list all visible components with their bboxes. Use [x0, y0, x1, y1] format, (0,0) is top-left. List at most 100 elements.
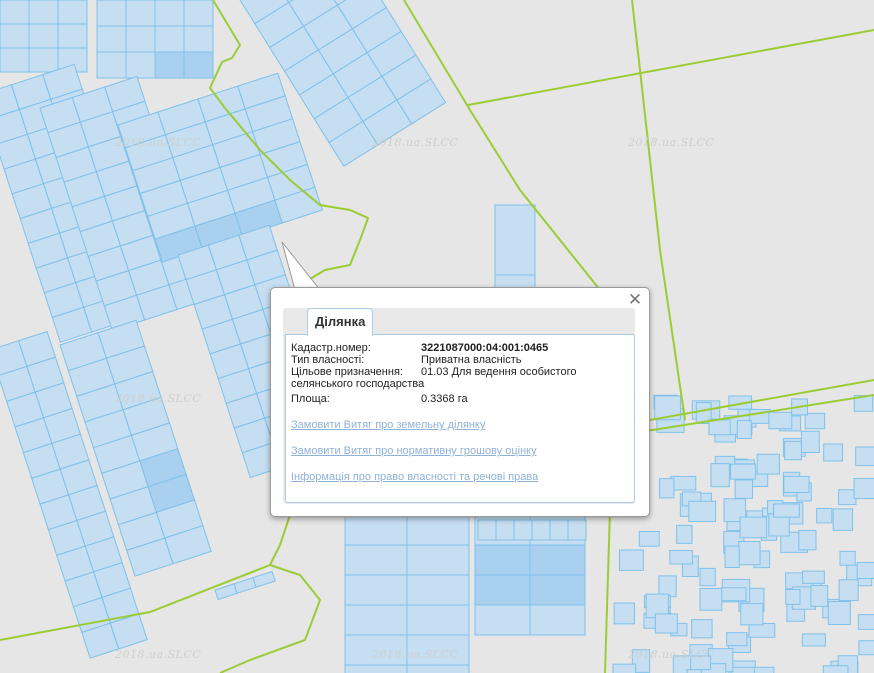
parcel[interactable] [344, 574, 408, 606]
parcel[interactable] [857, 614, 874, 630]
parcel[interactable] [125, 25, 156, 53]
parcel[interactable] [0, 0, 30, 25]
parcel[interactable] [513, 519, 533, 541]
parcel[interactable] [734, 479, 754, 499]
parcel[interactable] [800, 430, 820, 453]
parcel[interactable] [858, 640, 874, 656]
parcel[interactable] [853, 477, 874, 499]
parcel[interactable] [822, 665, 849, 673]
parcel[interactable] [686, 669, 702, 673]
parcel[interactable] [96, 0, 127, 27]
parcel[interactable] [688, 500, 717, 523]
parcel[interactable] [691, 619, 713, 639]
parcel[interactable] [748, 622, 776, 638]
parcel[interactable] [612, 663, 637, 673]
parcel[interactable] [474, 604, 531, 636]
parcel[interactable] [810, 585, 829, 607]
parcel[interactable] [529, 574, 586, 606]
parcel[interactable] [125, 0, 156, 27]
parcel[interactable] [183, 25, 214, 53]
parcel[interactable] [708, 419, 731, 436]
parcel[interactable] [738, 540, 761, 566]
parcel[interactable] [613, 602, 635, 625]
parcel[interactable] [768, 411, 793, 430]
parcel[interactable] [183, 51, 214, 79]
close-icon[interactable]: ✕ [627, 291, 643, 308]
parcel[interactable] [720, 587, 747, 602]
parcel[interactable] [0, 23, 30, 49]
parcel[interactable] [474, 544, 531, 576]
parcel[interactable] [784, 440, 802, 461]
parcel[interactable] [0, 47, 30, 73]
parcel[interactable] [726, 632, 748, 647]
parcel[interactable] [344, 664, 408, 673]
parcel[interactable] [344, 514, 408, 546]
parcel[interactable] [28, 47, 59, 73]
order-extract-link[interactable]: Замовити Витяг про земельну ділянку [291, 419, 485, 431]
boundary-line[interactable] [269, 514, 291, 566]
parcel[interactable] [233, 576, 257, 594]
parcel[interactable] [406, 574, 470, 606]
parcel[interactable] [252, 570, 276, 588]
parcel[interactable] [638, 531, 660, 547]
parcel[interactable] [785, 588, 801, 605]
parcel[interactable] [699, 588, 723, 611]
parcel[interactable] [832, 508, 854, 531]
parcel[interactable] [618, 549, 644, 571]
parcel[interactable] [96, 51, 127, 79]
parcel[interactable] [57, 0, 88, 25]
parcel[interactable] [406, 664, 470, 673]
parcel[interactable] [154, 25, 185, 53]
parcel[interactable] [736, 420, 752, 439]
parcel[interactable] [838, 579, 859, 602]
parcel[interactable] [406, 514, 470, 546]
parcel[interactable] [740, 603, 764, 626]
parcel[interactable] [804, 412, 826, 430]
parcel[interactable] [855, 446, 874, 467]
order-valuation-extract-link[interactable]: Замовити Витяг про нормативну грошову оц… [291, 445, 537, 457]
parcel[interactable] [549, 519, 569, 541]
tab-parcel[interactable]: Ділянка [307, 308, 374, 336]
parcel[interactable] [827, 601, 851, 625]
parcel[interactable] [730, 666, 755, 673]
parcel[interactable] [676, 524, 693, 544]
parcel[interactable] [125, 51, 156, 79]
parcel[interactable] [654, 613, 678, 634]
parcel[interactable] [567, 519, 587, 541]
parcel[interactable] [344, 604, 408, 636]
parcel[interactable] [783, 475, 810, 493]
parcel[interactable] [28, 0, 59, 25]
parcel[interactable] [724, 545, 740, 569]
parcel[interactable] [773, 503, 800, 518]
parcel[interactable] [659, 478, 675, 499]
parcel[interactable] [802, 570, 825, 584]
parcel[interactable] [798, 529, 817, 551]
parcel[interactable] [669, 550, 693, 565]
parcel[interactable] [57, 23, 88, 49]
parcel[interactable] [823, 443, 844, 462]
parcel[interactable] [658, 575, 677, 598]
parcel[interactable] [495, 519, 515, 541]
parcel[interactable] [344, 544, 408, 576]
parcel[interactable] [730, 463, 756, 480]
parcel[interactable] [494, 204, 536, 276]
parcel[interactable] [406, 604, 470, 636]
parcel[interactable] [699, 567, 716, 587]
parcel[interactable] [838, 489, 857, 506]
parcel[interactable] [96, 25, 127, 53]
parcel[interactable] [816, 507, 833, 524]
parcel[interactable] [477, 519, 497, 541]
parcel[interactable] [154, 0, 185, 27]
parcel[interactable] [756, 453, 780, 475]
parcel[interactable] [406, 544, 470, 576]
parcel[interactable] [529, 604, 586, 636]
parcel[interactable] [839, 550, 856, 566]
parcel[interactable] [183, 0, 214, 27]
boundary-line[interactable] [604, 509, 611, 673]
parcel[interactable] [739, 516, 767, 539]
parcel[interactable] [531, 519, 551, 541]
parcel[interactable] [801, 633, 827, 647]
ownership-info-link[interactable]: Інформація про право власності та речові… [291, 471, 538, 483]
boundary-line[interactable] [467, 29, 874, 106]
parcel[interactable] [710, 463, 730, 488]
